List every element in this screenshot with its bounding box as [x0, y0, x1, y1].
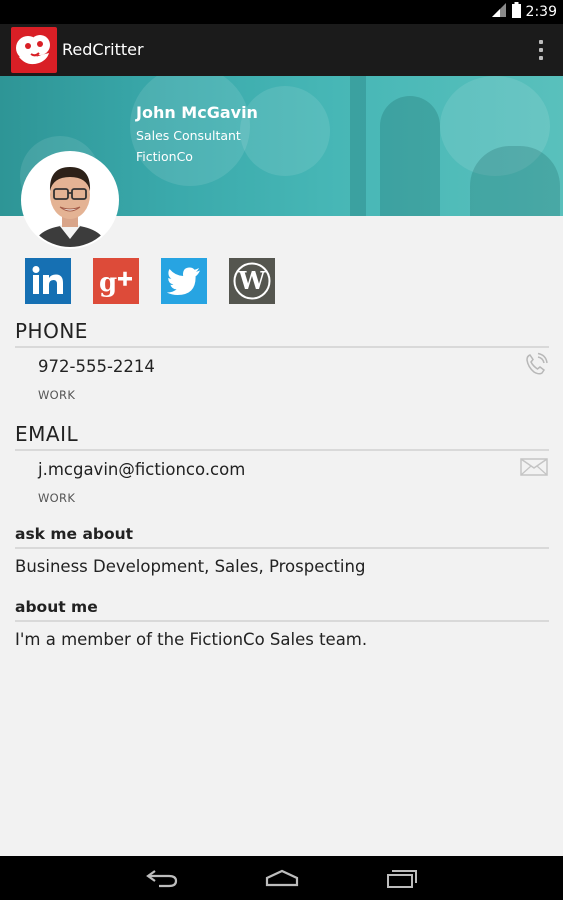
signal-icon [491, 2, 507, 22]
status-icons: 2:39 [491, 2, 557, 22]
recent-apps-icon[interactable] [382, 864, 422, 892]
profile-job-title: Sales Consultant [136, 128, 241, 143]
battery-icon [511, 2, 521, 22]
back-icon[interactable] [142, 864, 182, 892]
phone-type-label: WORK [38, 388, 76, 402]
email-address[interactable]: j.mcgavin@fictionco.com [38, 460, 245, 479]
email-section-header: EMAIL [15, 422, 79, 446]
svg-text:W: W [238, 266, 267, 295]
phone-section-header: PHONE [15, 319, 88, 343]
email-divider [15, 449, 549, 451]
ask-me-about-header: ask me about [15, 525, 134, 543]
social-links: g W [25, 258, 275, 304]
wordpress-icon[interactable]: W [229, 258, 275, 304]
status-time: 2:39 [525, 4, 557, 20]
app-title: RedCritter [62, 40, 144, 59]
phone-divider [15, 346, 549, 348]
mail-icon[interactable] [520, 458, 548, 480]
avatar [21, 151, 119, 249]
svg-text:g: g [99, 268, 117, 298]
status-bar: 2:39 [0, 0, 563, 24]
about-me-header: about me [15, 598, 98, 616]
profile-company: FictionCo [136, 149, 193, 164]
twitter-icon[interactable] [161, 258, 207, 304]
phone-number[interactable]: 972-555-2214 [38, 357, 155, 376]
action-bar: RedCritter [0, 24, 563, 76]
ask-me-about-divider [15, 547, 549, 549]
ask-me-about-text: Business Development, Sales, Prospecting [15, 557, 366, 576]
email-type-label: WORK [38, 491, 76, 505]
home-icon[interactable] [262, 864, 302, 892]
google-plus-icon[interactable]: g [93, 258, 139, 304]
phone-icon[interactable] [524, 352, 548, 380]
about-me-text: I'm a member of the FictionCo Sales team… [15, 630, 368, 649]
app-logo-icon[interactable] [11, 27, 57, 73]
about-me-divider [15, 620, 549, 622]
screen: 2:39 RedCritter John McGavin Sales Consu… [0, 0, 563, 900]
linkedin-icon[interactable] [25, 258, 71, 304]
navigation-bar [0, 856, 563, 900]
profile-name: John McGavin [136, 103, 258, 122]
overflow-menu-icon[interactable] [535, 36, 547, 64]
